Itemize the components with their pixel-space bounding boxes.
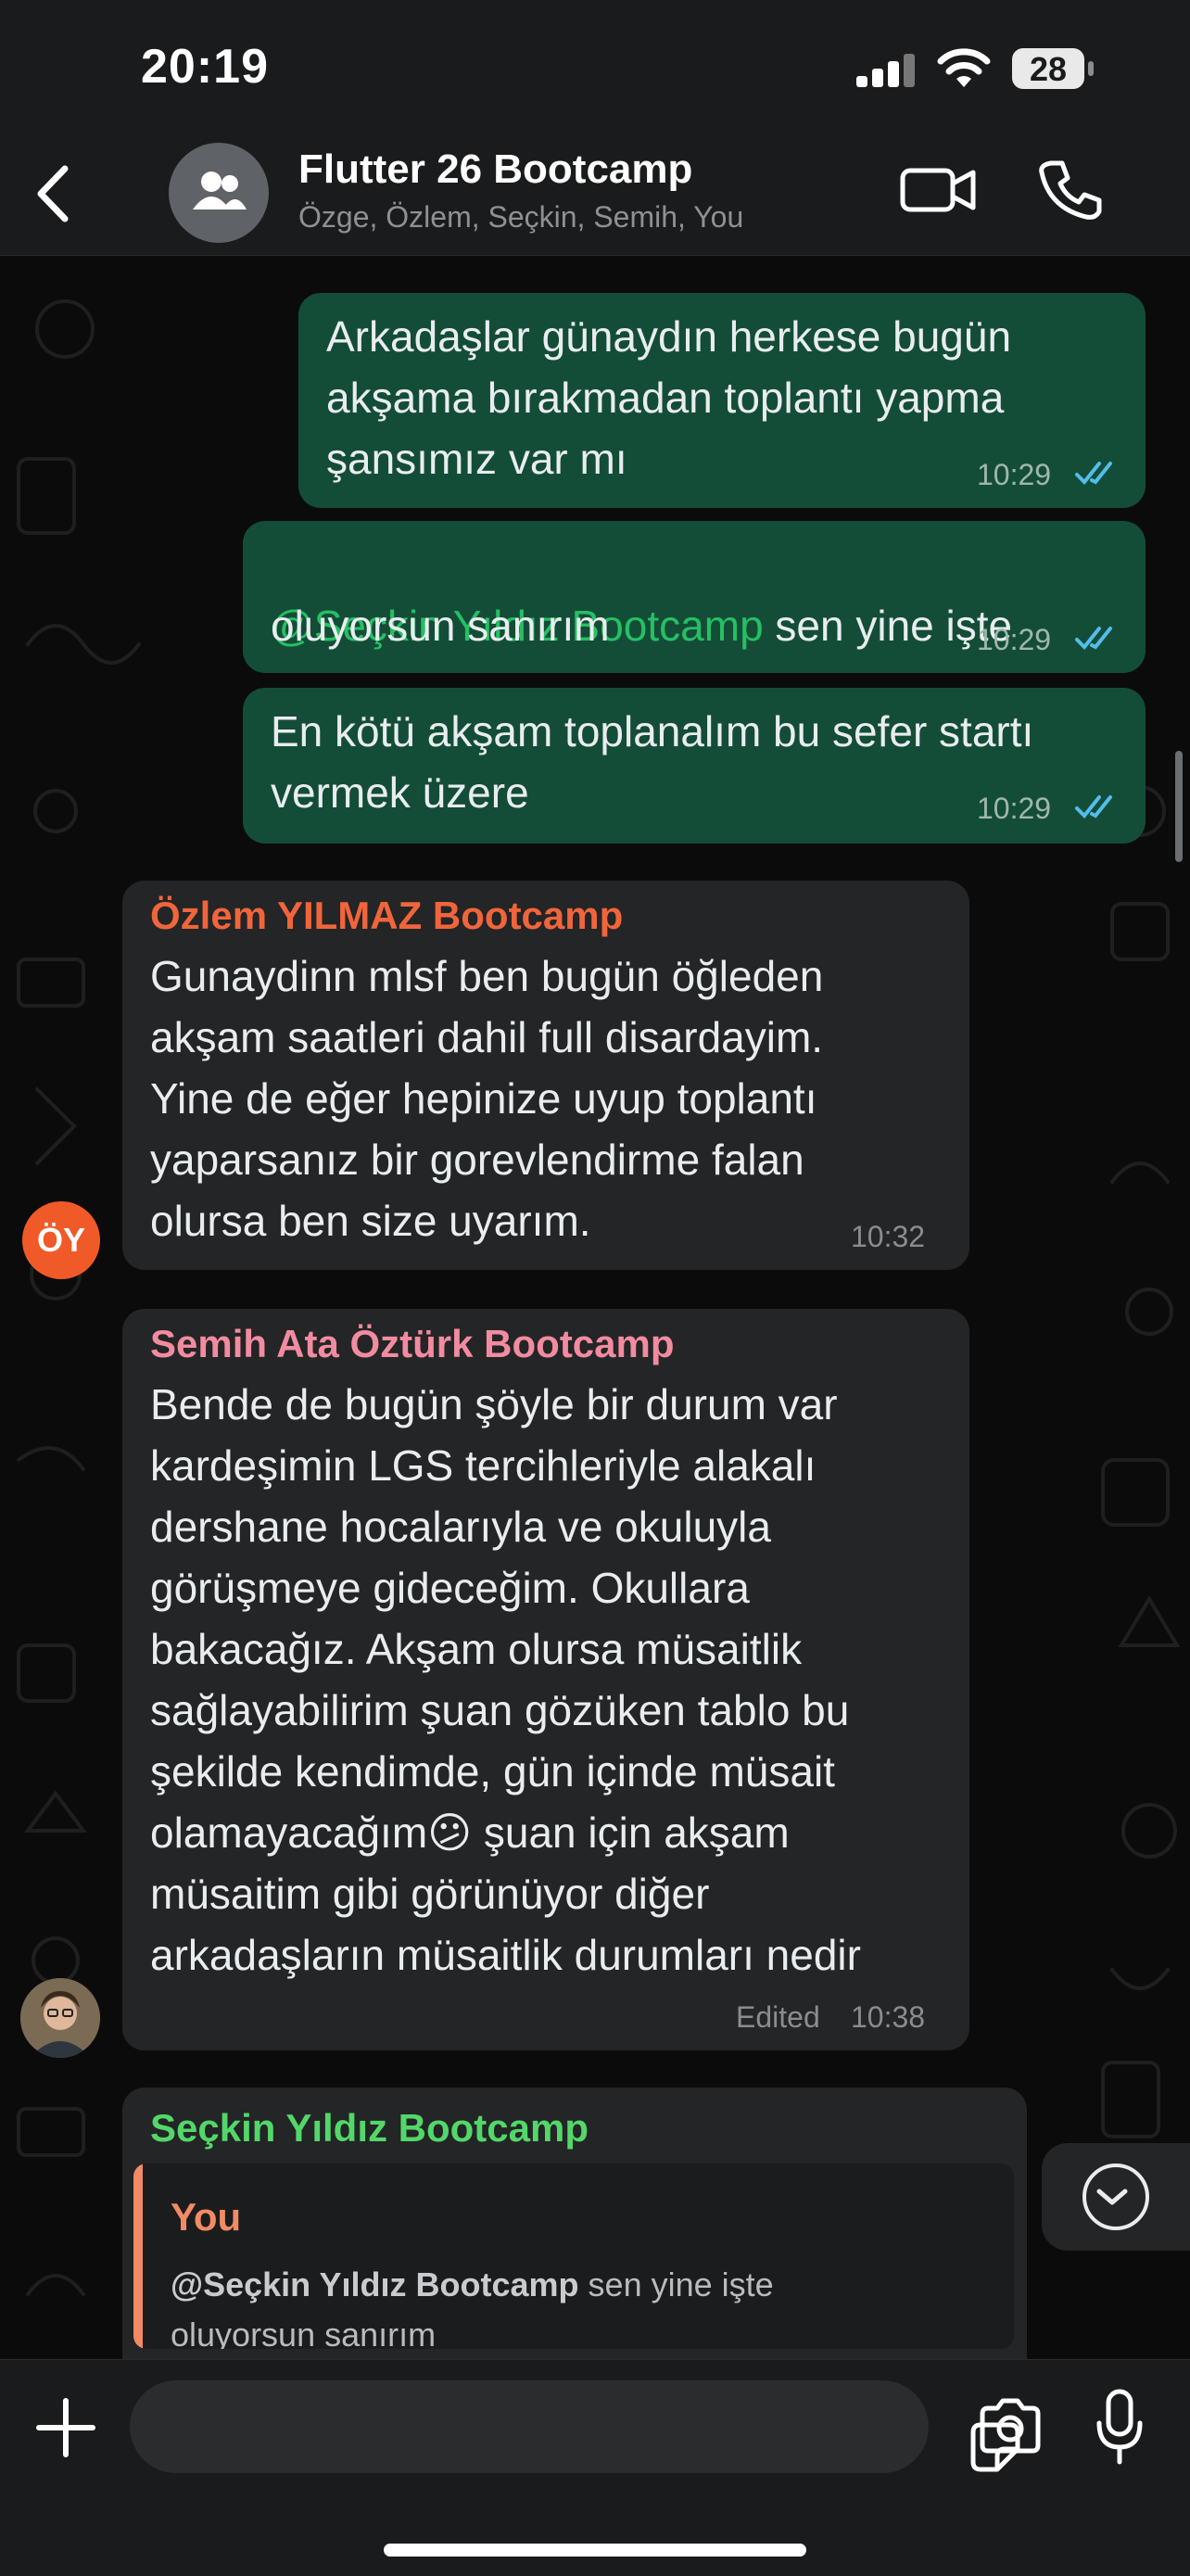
message-time: 10:29 — [977, 792, 1052, 825]
status-time: 20:19 — [141, 40, 269, 94]
battery-icon: 28 — [1012, 48, 1095, 89]
video-call-icon[interactable] — [899, 159, 979, 219]
home-indicator — [384, 2544, 806, 2557]
avatar-photo-icon — [20, 1978, 100, 2058]
chevron-down-icon — [1096, 2189, 1128, 2205]
incoming-message[interactable]: Özlem YILMAZ Bootcamp Gunaydinn mlsf ben… — [122, 881, 969, 1270]
outgoing-message[interactable]: @Seçkin Yıldız Bootcamp sen yine işte ol… — [243, 521, 1146, 673]
message-text-part: müsaitim gibi görünüyor diğer arkadaşlar… — [150, 1870, 861, 1979]
group-members[interactable]: Özge, Özlem, Seçkin, Semih, You — [298, 200, 743, 235]
read-receipt-icon — [1075, 627, 1112, 650]
scrollbar[interactable] — [1175, 751, 1183, 862]
battery-level: 28 — [1029, 50, 1068, 88]
wifi-icon — [937, 48, 991, 87]
message-text-line: oluyorsun sanırım — [271, 602, 610, 650]
quote-text: @Seçkin Yıldız Bootcamp sen yine işte ol… — [171, 2260, 986, 2349]
quote-bar — [133, 2164, 143, 2349]
message-time: 10:38 — [851, 2000, 926, 2034]
chat-header: Flutter 26 Bootcamp Özge, Özlem, Seçkin,… — [0, 139, 1190, 256]
edited-label: Edited — [736, 2000, 820, 2034]
sender-avatar[interactable]: ÖY — [22, 1201, 100, 1279]
outgoing-message[interactable]: En kötü akşam toplanalım bu sefer startı… — [243, 688, 1146, 844]
read-receipt-icon — [1075, 795, 1112, 818]
quoted-message[interactable]: You @Seçkin Yıldız Bootcamp sen yine işt… — [133, 2164, 1014, 2349]
message-time: 10:32 — [851, 1220, 926, 1253]
message-time: 10:29 — [977, 623, 1052, 656]
status-bar: 20:19 28 — [0, 0, 1190, 139]
incoming-message[interactable]: Semih Ata Öztürk Bootcamp Bende de bugün… — [122, 1309, 969, 2050]
sender-name[interactable]: Seçkin Yıldız Bootcamp — [150, 2106, 589, 2151]
outgoing-message[interactable]: Arkadaşlar günaydın herkese bugün akşama… — [298, 293, 1146, 508]
cellular-signal-icon — [856, 52, 916, 87]
message-time: 10:29 — [977, 458, 1052, 491]
sender-name[interactable]: Özlem YILMAZ Bootcamp — [150, 894, 623, 938]
microphone-icon[interactable] — [1094, 2388, 1146, 2466]
quote-author: You — [171, 2195, 242, 2239]
chat-title[interactable]: Flutter 26 Bootcamp — [298, 146, 692, 193]
message-input[interactable] — [130, 2380, 1020, 2473]
message-text: Bende de bugün şöyle bir durum var karde… — [150, 1374, 966, 1863]
quote-mention: @Seçkin Yıldız Bootcamp — [171, 2265, 579, 2303]
phone-icon[interactable] — [1038, 158, 1103, 222]
message-text: Gunaydinn mlsf ben bugün öğleden akşam s… — [150, 952, 824, 1245]
message-text-part: şuan için akşam — [472, 1808, 790, 1857]
group-avatar[interactable] — [169, 143, 269, 243]
message-text-part: sen yine işte — [763, 602, 1013, 650]
sender-name[interactable]: Semih Ata Öztürk Bootcamp — [150, 1322, 675, 1366]
scroll-to-bottom-button[interactable] — [1042, 2143, 1190, 2251]
plus-icon[interactable] — [33, 2395, 98, 2460]
message-text-part: Bende de bugün şöyle bir durum var karde… — [150, 1380, 850, 1857]
camera-icon[interactable] — [977, 2397, 1044, 2456]
emoji: 😕 — [427, 1808, 473, 1858]
back-chevron-icon[interactable] — [30, 161, 76, 226]
message-composer — [0, 2359, 1190, 2576]
read-receipt-icon — [1075, 462, 1112, 485]
sender-avatar[interactable] — [20, 1978, 100, 2058]
group-avatar-icon — [193, 171, 247, 209]
